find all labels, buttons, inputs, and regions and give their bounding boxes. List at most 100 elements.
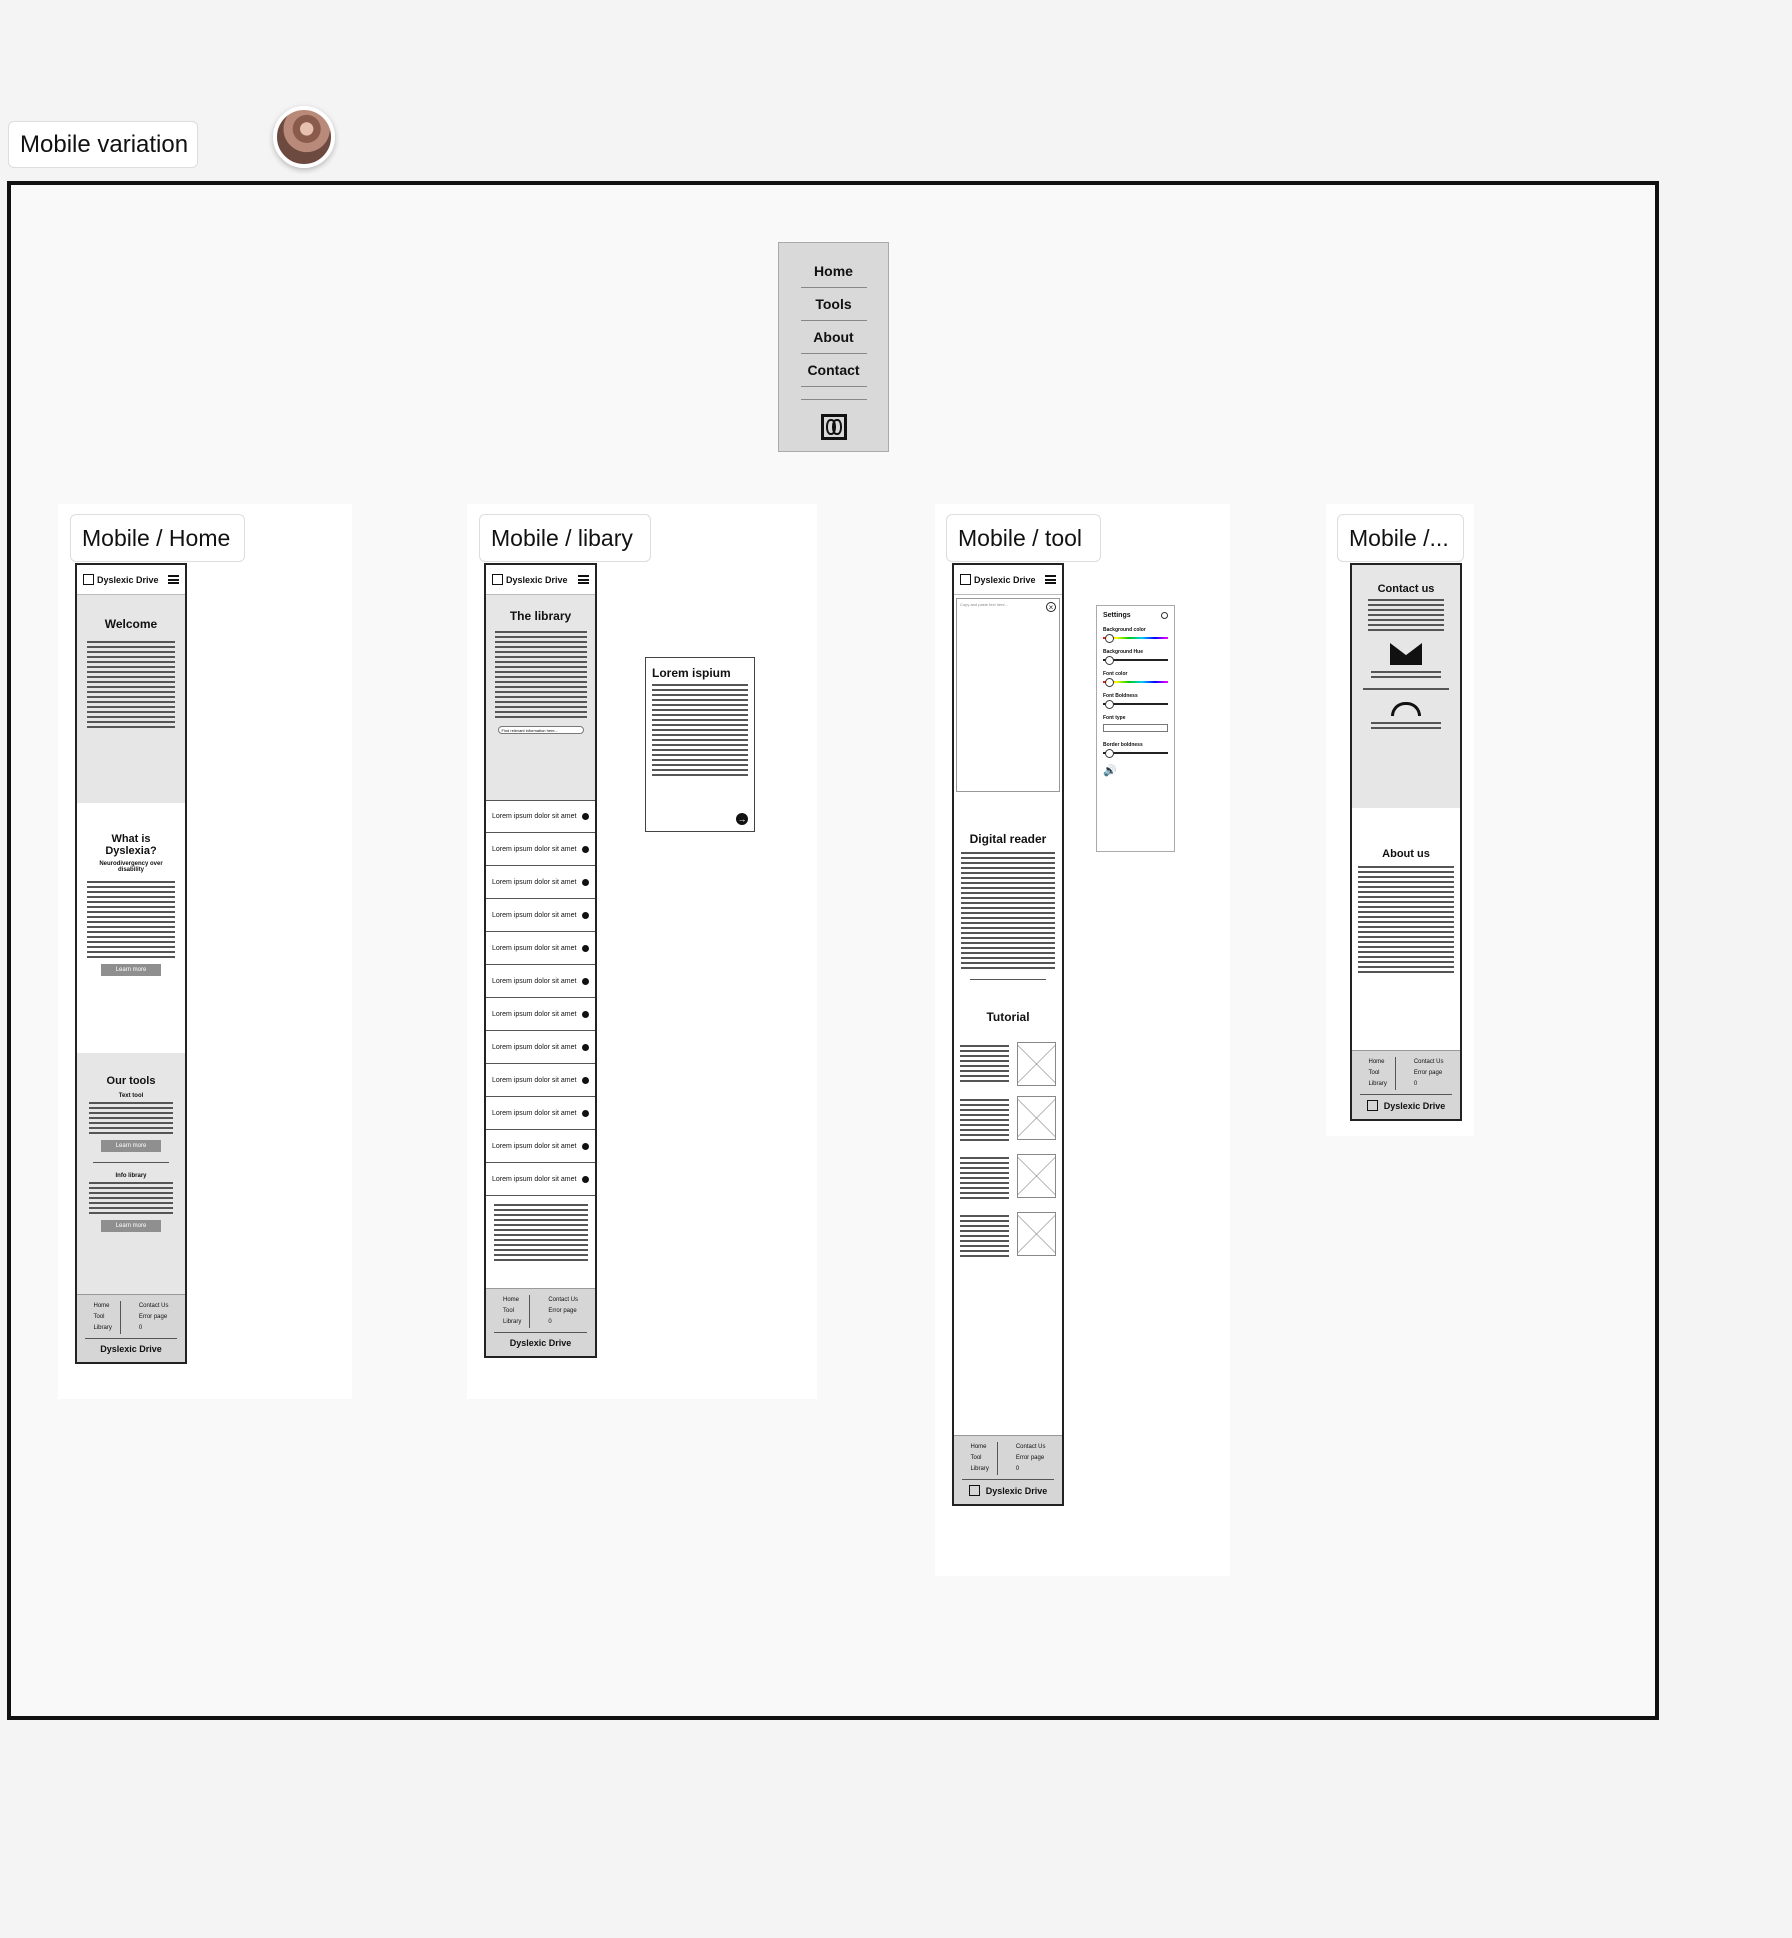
footer-link-library[interactable]: Library	[503, 1317, 521, 1328]
footer-link-error[interactable]: Error page	[1414, 1068, 1444, 1079]
library-row[interactable]: Lorem ipsum dolor sit amet	[486, 1097, 595, 1130]
footer-link-home[interactable]: Home	[93, 1301, 111, 1312]
background-hue-slider[interactable]	[1103, 656, 1168, 665]
library-row[interactable]: Lorem ipsum dolor sit amet	[486, 965, 595, 998]
nav-divider	[800, 399, 867, 400]
phone-icon[interactable]	[1391, 702, 1421, 716]
library-row[interactable]: Lorem ipsum dolor sit amet	[486, 866, 595, 899]
footer-link-zero[interactable]: 0	[548, 1317, 578, 1328]
border-boldness-slider[interactable]	[1103, 749, 1168, 758]
divider	[93, 1162, 169, 1163]
user-avatar[interactable]	[273, 106, 335, 168]
footer-link-contact[interactable]: Contact Us	[1016, 1442, 1046, 1453]
learn-more-button[interactable]: Learn more	[101, 964, 161, 976]
settings-panel[interactable]: Settings Background color Background Hue…	[1096, 605, 1175, 852]
footer-link-tool[interactable]: Tool	[93, 1312, 111, 1323]
footer-link-library[interactable]: Library	[970, 1464, 988, 1475]
frame-title-tool[interactable]: Mobile / tool	[946, 514, 1101, 562]
nav-menu-component[interactable]: Home Tools About Contact	[778, 242, 889, 452]
footer-link-zero[interactable]: 0	[1414, 1079, 1444, 1090]
footer-link-library[interactable]: Library	[1368, 1079, 1386, 1090]
library-row[interactable]: Lorem ipsum dolor sit amet	[486, 800, 595, 833]
footer-link-library[interactable]: Library	[93, 1323, 111, 1334]
info-library-label: Info library	[115, 1173, 147, 1179]
font-boldness-slider[interactable]	[1103, 700, 1168, 709]
popup-next-arrow-icon[interactable]: →	[736, 813, 748, 825]
library-row[interactable]: Lorem ipsum dolor sit amet	[486, 998, 595, 1031]
footer-link-zero[interactable]: 0	[139, 1323, 169, 1334]
footer-link-home[interactable]: Home	[970, 1442, 988, 1453]
brand-name: Dyslexic Drive	[506, 574, 568, 585]
footer-link-error[interactable]: Error page	[139, 1312, 169, 1323]
arrow-circle-icon	[582, 1076, 589, 1084]
contact-section: Contact us	[1352, 565, 1460, 808]
library-article-popup[interactable]: Lorem ispium →	[645, 657, 755, 832]
footer-link-tool[interactable]: Tool	[503, 1306, 521, 1317]
logo-icon	[968, 1485, 980, 1496]
font-color-slider[interactable]	[1103, 678, 1168, 687]
about-section: About us	[1352, 808, 1460, 973]
reader-text-area[interactable]: Copy and paste text here... ×	[956, 598, 1060, 792]
footer-link-contact[interactable]: Contact Us	[548, 1295, 578, 1306]
footer-link-contact[interactable]: Contact Us	[139, 1301, 169, 1312]
font-type-select[interactable]	[1103, 724, 1168, 732]
nav-item-about[interactable]: About	[800, 321, 867, 354]
library-row[interactable]: Lorem ipsum dolor sit amet	[486, 1130, 595, 1163]
library-row[interactable]: Lorem ipsum dolor sit amet	[486, 1064, 595, 1097]
tools-section: Our tools Text tool Learn more Info libr…	[77, 1053, 185, 1303]
speaker-icon[interactable]: 🔊	[1103, 764, 1168, 777]
frame-title-library[interactable]: Mobile / libary	[479, 514, 651, 562]
logo-icon	[83, 574, 94, 585]
settings-close-icon[interactable]	[1161, 612, 1168, 619]
hamburger-menu-icon[interactable]	[578, 575, 589, 584]
popup-text	[652, 684, 748, 776]
text-tool-learn-more-button[interactable]: Learn more	[101, 1140, 161, 1152]
setting-label: Background color	[1103, 627, 1146, 633]
tutorial-step	[954, 1212, 1062, 1260]
tutorial-step	[954, 1042, 1062, 1086]
nav-item-home[interactable]: Home	[800, 255, 867, 288]
footer-link-tool[interactable]: Tool	[970, 1453, 988, 1464]
phone-footer: Home Tool Library Contact Us Error page …	[1352, 1050, 1460, 1119]
info-library-learn-more-button[interactable]: Learn more	[101, 1220, 161, 1232]
library-search-input[interactable]: Find relevant information here...	[497, 726, 584, 734]
footer-brand: Dyslexic Drive	[1360, 1094, 1452, 1119]
library-row[interactable]: Lorem ipsum dolor sit amet	[486, 1031, 595, 1064]
phone-footer: Home Tool Library Contact Us Error page …	[954, 1435, 1062, 1504]
about-text	[1358, 866, 1454, 973]
close-icon[interactable]: ×	[1046, 602, 1056, 612]
library-row[interactable]: Lorem ipsum dolor sit amet	[486, 899, 595, 932]
section-label[interactable]: Mobile variation	[8, 121, 198, 168]
library-row[interactable]: Lorem ipsum dolor sit amet	[486, 833, 595, 866]
setting-label: Background Hue	[1103, 649, 1144, 655]
footer-link-home[interactable]: Home	[503, 1295, 521, 1306]
hamburger-menu-icon[interactable]	[168, 575, 179, 584]
brand-name: Dyslexic Drive	[974, 574, 1036, 585]
frame-title-contact[interactable]: Mobile /...	[1337, 514, 1464, 562]
phone-header: Dyslexic Drive	[486, 565, 595, 595]
background-color-slider[interactable]	[1103, 634, 1168, 643]
footer-link-error[interactable]: Error page	[548, 1306, 578, 1317]
footer-link-tool[interactable]: Tool	[1368, 1068, 1386, 1079]
library-row[interactable]: Lorem ipsum dolor sit amet	[486, 932, 595, 965]
hamburger-menu-icon[interactable]	[1045, 575, 1056, 584]
footer-link-home[interactable]: Home	[1368, 1057, 1386, 1068]
footer-link-contact[interactable]: Contact Us	[1414, 1057, 1444, 1068]
dyslexia-heading: What is Dyslexia?	[105, 833, 157, 857]
nav-item-tools[interactable]: Tools	[800, 288, 867, 321]
nav-item-contact[interactable]: Contact	[800, 354, 867, 387]
arrow-circle-icon	[582, 845, 589, 853]
logo-icon	[1366, 1100, 1378, 1111]
text-tool-label: Text tool	[118, 1093, 144, 1099]
footer-link-error[interactable]: Error page	[1016, 1453, 1046, 1464]
library-row[interactable]: Lorem ipsum dolor sit amet	[486, 1163, 595, 1196]
mail-text	[1371, 671, 1441, 678]
frame-title-home[interactable]: Mobile / Home	[70, 514, 245, 562]
dyslexia-section: What is Dyslexia? Neurodivergency over d…	[77, 803, 185, 1053]
mail-icon[interactable]	[1390, 643, 1422, 665]
footer-brand: Dyslexic Drive	[962, 1479, 1054, 1504]
phone-text	[1371, 722, 1441, 729]
footer-link-zero[interactable]: 0	[1016, 1464, 1046, 1475]
dyslexia-text	[87, 881, 175, 958]
text-tool-description	[89, 1102, 173, 1134]
